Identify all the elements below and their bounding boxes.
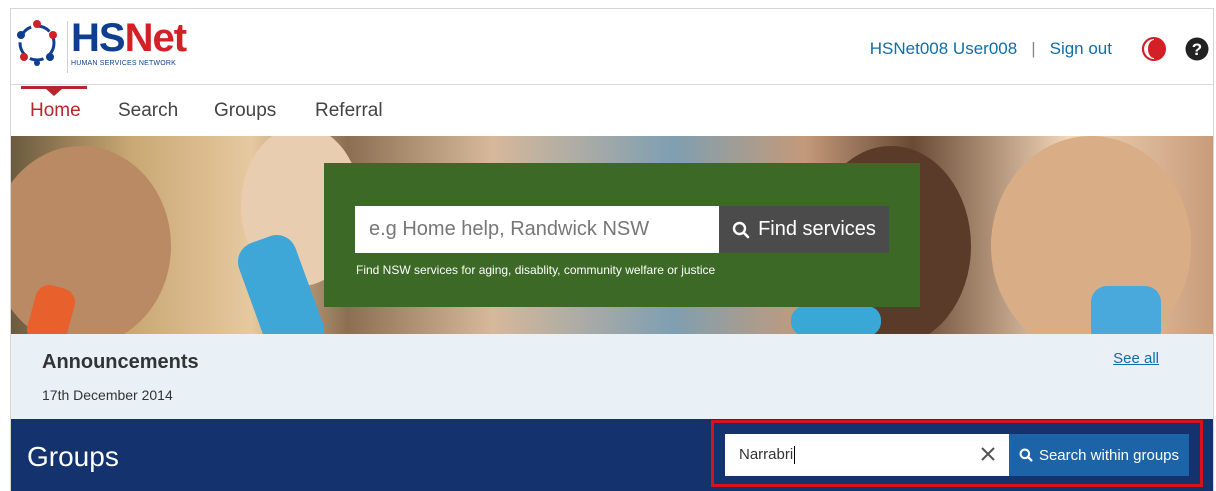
- logo-subtitle: HUMAN SERVICES NETWORK: [71, 60, 177, 67]
- logo-divider: [67, 21, 68, 73]
- svg-text:?: ?: [1192, 40, 1202, 59]
- header-separator: |: [1031, 39, 1036, 58]
- hero-popsicle-shape: [791, 306, 881, 334]
- hsnet-logo[interactable]: HSNet HUMAN SERVICES NETWORK: [13, 15, 187, 71]
- see-all-link[interactable]: See all: [1113, 350, 1159, 367]
- search-hint-text: Find NSW services for aging, disablity, …: [356, 263, 716, 277]
- service-search-input[interactable]: e.g Home help, Randwick NSW: [355, 206, 719, 253]
- contrast-icon[interactable]: [1142, 37, 1166, 61]
- nav-item-groups[interactable]: Groups: [214, 100, 276, 122]
- user-menu: HSNet008 User008 | Sign out: [870, 39, 1112, 59]
- sign-out-link[interactable]: Sign out: [1050, 39, 1112, 59]
- service-search-panel: e.g Home help, Randwick NSW Find service…: [324, 163, 920, 307]
- find-services-label: Find services: [758, 218, 876, 240]
- hero-banner-image: e.g Home help, Randwick NSW Find service…: [11, 136, 1213, 334]
- highlight-annotation-box: [711, 420, 1203, 487]
- search-icon: [732, 221, 750, 238]
- hero-popsicle-shape: [1091, 286, 1161, 334]
- nav-active-caret-icon: [46, 89, 62, 96]
- groups-bar: Groups Narrabri Search within groups: [11, 419, 1213, 491]
- announcement-date: 17th December 2014: [42, 387, 173, 403]
- nav-item-home[interactable]: Home: [30, 100, 81, 122]
- help-icon[interactable]: ?: [1185, 37, 1209, 61]
- announcements-title: Announcements: [42, 351, 199, 373]
- groups-title: Groups: [27, 441, 119, 472]
- find-services-button[interactable]: Find services: [719, 206, 889, 253]
- nav-item-search[interactable]: Search: [118, 100, 178, 122]
- user-name-link[interactable]: HSNet008 User008: [870, 39, 1017, 59]
- logo-wordmark: HSNet: [71, 16, 187, 60]
- site-header: HSNet HUMAN SERVICES NETWORK HSNet008 Us…: [11, 9, 1213, 85]
- nav-item-referral[interactable]: Referral: [315, 100, 383, 122]
- main-nav: Home Search Groups Referral: [11, 86, 1213, 136]
- announcements-section: Announcements 17th December 2014 See all: [11, 334, 1213, 419]
- logo-emblem-icon: [13, 15, 61, 71]
